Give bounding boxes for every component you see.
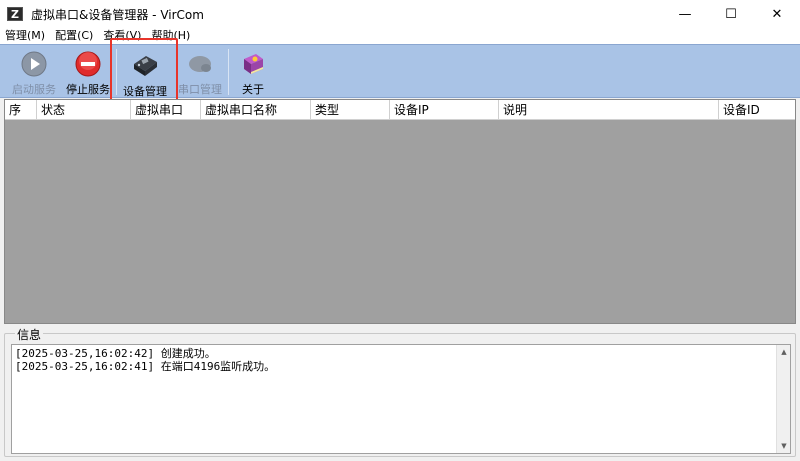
column-header-virtual-port-name[interactable]: 虚拟串口名称 xyxy=(201,100,311,120)
port-table[interactable]: 序 状态 虚拟串口 虚拟串口名称 类型 设备IP 说明 设备ID xyxy=(4,99,796,324)
menu-config[interactable]: 配置(C) xyxy=(50,28,98,44)
maximize-button[interactable]: ☐ xyxy=(708,0,754,28)
stop-service-button[interactable]: 停止服务 xyxy=(62,47,114,97)
column-header-device-ip[interactable]: 设备IP xyxy=(390,100,499,120)
log-line: [2025-03-25,16:02:42] 创建成功。 xyxy=(15,347,216,360)
serial-manage-label: 串口管理 xyxy=(178,83,222,96)
info-group: 信息 [2025-03-25,16:02:42] 创建成功。 [2025-03-… xyxy=(4,326,796,457)
minimize-button[interactable]: — xyxy=(662,0,708,28)
window-controls: — ☐ ✕ xyxy=(662,0,800,28)
scroll-up-icon[interactable]: ▲ xyxy=(777,345,791,359)
column-header-virtual-port[interactable]: 虚拟串口 xyxy=(131,100,201,120)
serial-port-icon xyxy=(185,50,215,78)
scroll-down-icon[interactable]: ▼ xyxy=(777,439,791,453)
title-bar[interactable]: Z 虚拟串口&设备管理器 - VirCom — ☐ ✕ xyxy=(0,0,800,28)
window-title: 虚拟串口&设备管理器 - VirCom xyxy=(31,7,204,22)
column-header-type[interactable]: 类型 xyxy=(311,100,390,120)
highlight-box xyxy=(110,38,178,101)
info-legend: 信息 xyxy=(15,326,44,343)
log-lines: [2025-03-25,16:02:42] 创建成功。 [2025-03-25,… xyxy=(15,347,275,373)
column-header-device-id[interactable]: 设备ID xyxy=(719,100,795,120)
app-icon: Z xyxy=(7,7,23,21)
book-icon xyxy=(238,50,268,78)
about-label: 关于 xyxy=(242,83,264,96)
serial-manage-button[interactable]: 串口管理 xyxy=(174,47,226,97)
column-header-index[interactable]: 序 xyxy=(5,100,37,120)
table-header: 序 状态 虚拟串口 虚拟串口名称 类型 设备IP 说明 设备ID xyxy=(5,100,795,120)
close-button[interactable]: ✕ xyxy=(754,0,800,28)
start-service-button[interactable]: 启动服务 xyxy=(8,47,60,97)
start-service-label: 启动服务 xyxy=(12,83,56,96)
log-scrollbar[interactable]: ▲ ▼ xyxy=(776,345,790,453)
toolbar-separator xyxy=(228,49,229,95)
column-header-description[interactable]: 说明 xyxy=(499,100,719,120)
play-icon xyxy=(19,50,49,78)
stop-icon xyxy=(73,50,103,78)
about-button[interactable]: 关于 xyxy=(230,47,276,97)
log-textarea[interactable]: [2025-03-25,16:02:42] 创建成功。 [2025-03-25,… xyxy=(11,344,791,454)
stop-service-label: 停止服务 xyxy=(66,83,110,96)
log-line: [2025-03-25,16:02:41] 在端口4196监听成功。 xyxy=(15,360,276,373)
column-header-status[interactable]: 状态 xyxy=(37,100,131,120)
menu-manage[interactable]: 管理(M) xyxy=(0,28,50,44)
